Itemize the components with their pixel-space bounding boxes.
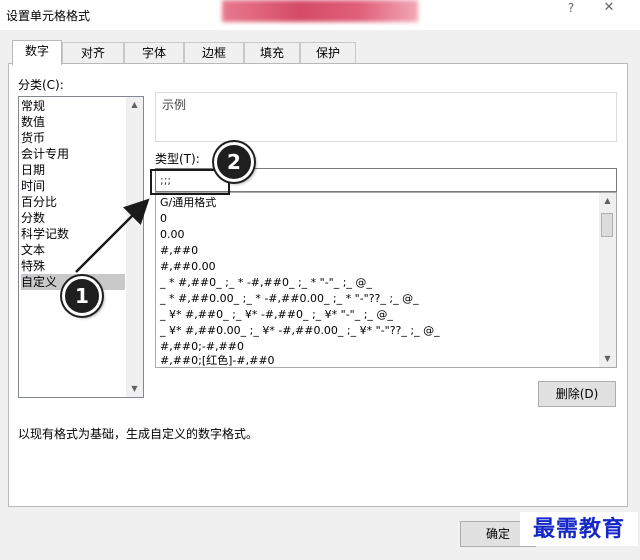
category-item[interactable]: 日期 — [21, 162, 45, 178]
type-label: 类型(T): — [155, 152, 200, 166]
category-item[interactable]: 数值 — [21, 114, 45, 130]
category-item[interactable]: 货币 — [21, 130, 45, 146]
format-item[interactable]: G/通用格式 — [160, 195, 216, 211]
window-title: 设置单元格格式 — [6, 9, 91, 23]
help-button[interactable]: ? — [556, 0, 586, 18]
format-item[interactable]: _ ¥* #,##0_ ;_ ¥* -#,##0_ ;_ ¥* "-"_ ;_ … — [160, 307, 393, 323]
format-item[interactable]: 0.00 — [160, 227, 185, 243]
format-item[interactable]: #,##0 — [160, 243, 198, 259]
category-item[interactable]: 科学记数 — [21, 226, 69, 242]
format-cells-dialog: 设置单元格格式 ? ✕ 数字 对齐 字体 边框 填充 保护 分类(C): 常规 … — [0, 0, 640, 560]
title-bar: 设置单元格格式 ? ✕ — [0, 0, 640, 30]
scroll-down-icon[interactable]: ▼ — [599, 351, 616, 367]
category-item[interactable]: 时间 — [21, 178, 45, 194]
format-scrollbar[interactable]: ▲ ▼ — [599, 193, 616, 367]
category-item[interactable]: 会计专用 — [21, 146, 69, 162]
format-list[interactable]: G/通用格式 0 0.00 #,##0 #,##0.00 _ * #,##0_ … — [155, 192, 617, 368]
tab-alignment[interactable]: 对齐 — [62, 42, 124, 63]
format-item[interactable]: _ ¥* #,##0.00_ ;_ ¥* -#,##0.00_ ;_ ¥* "-… — [160, 323, 440, 339]
delete-button[interactable]: 删除(D) — [538, 381, 616, 407]
tab-strip: 数字 对齐 字体 边框 填充 保护 — [8, 40, 628, 65]
tab-number[interactable]: 数字 — [12, 40, 62, 65]
tab-protection[interactable]: 保护 — [300, 42, 356, 63]
scroll-up-icon[interactable]: ▲ — [126, 97, 143, 113]
category-label: 分类(C): — [18, 78, 64, 92]
watermark: 最需教育 — [520, 512, 638, 546]
step-marker-2: 2 — [214, 142, 254, 182]
scroll-up-icon[interactable]: ▲ — [599, 193, 616, 209]
tab-border[interactable]: 边框 — [184, 42, 244, 63]
scroll-down-icon[interactable]: ▼ — [126, 381, 143, 397]
blurred-region — [222, 0, 418, 22]
category-item[interactable]: 文本 — [21, 242, 45, 258]
format-item[interactable]: 0 — [160, 211, 167, 227]
format-item[interactable]: _ * #,##0.00_ ;_ * -#,##0.00_ ;_ * "-"??… — [160, 291, 419, 307]
tab-font[interactable]: 字体 — [124, 42, 184, 63]
sample-label: 示例 — [162, 98, 187, 112]
category-item[interactable]: 百分比 — [21, 194, 57, 210]
format-item[interactable]: #,##0.00 — [160, 259, 216, 275]
format-item[interactable]: #,##0;[红色]-#,##0 — [160, 353, 275, 367]
step-marker-1: 1 — [62, 276, 102, 316]
description-text: 以现有格式为基础，生成自定义的数字格式。 — [18, 427, 259, 441]
category-scrollbar[interactable]: ▲ ▼ — [126, 97, 143, 397]
sample-box — [155, 92, 617, 142]
format-item[interactable]: _ * #,##0_ ;_ * -#,##0_ ;_ * "-"_ ;_ @_ — [160, 275, 372, 291]
tab-fill[interactable]: 填充 — [244, 42, 300, 63]
scroll-thumb[interactable] — [601, 213, 613, 237]
category-list[interactable]: 常规 数值 货币 会计专用 日期 时间 百分比 分数 科学记数 文本 特殊 自定… — [18, 96, 144, 398]
category-item[interactable]: 分数 — [21, 210, 45, 226]
close-button[interactable]: ✕ — [586, 0, 632, 18]
category-item[interactable]: 常规 — [21, 98, 45, 114]
category-item[interactable]: 特殊 — [21, 258, 45, 274]
